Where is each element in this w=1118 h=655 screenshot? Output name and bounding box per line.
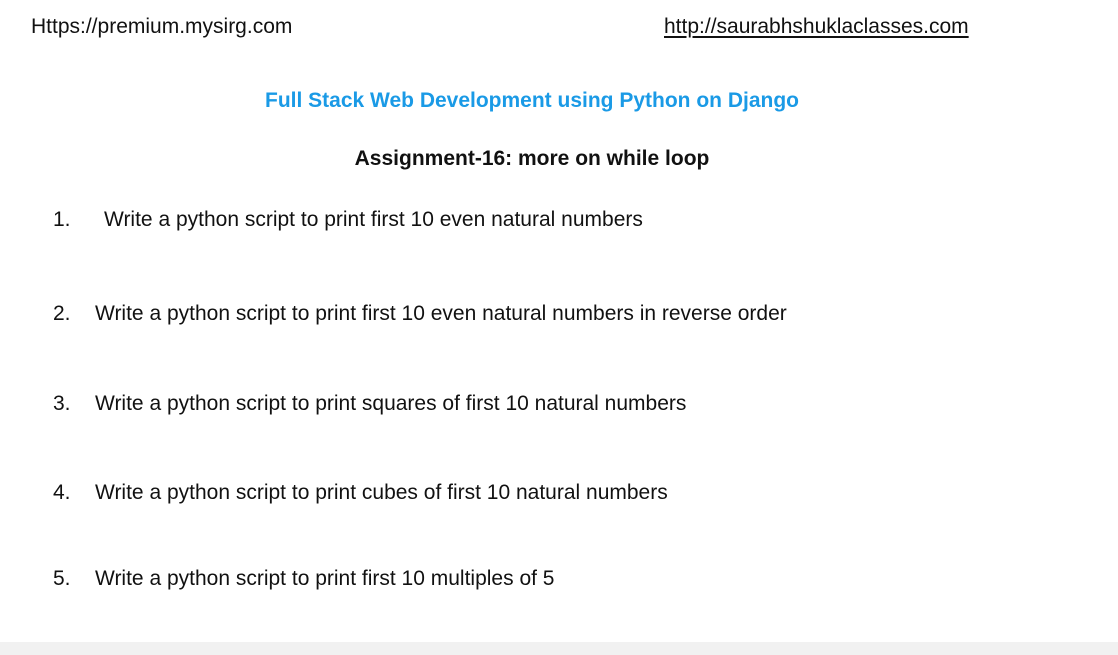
task-item-2: 2. Write a python script to print first 1… <box>53 300 787 328</box>
task-number: 3. <box>53 392 71 415</box>
header-left-url: Https://premium.mysirg.com <box>31 15 293 38</box>
task-text: Write a python script to print cubes of … <box>95 481 668 504</box>
task-number: 2. <box>53 302 71 325</box>
task-number: 4. <box>53 481 71 504</box>
task-text: Write a python script to print first 10 … <box>95 302 787 325</box>
task-item-3: 3. Write a python script to print squares… <box>53 390 686 418</box>
task-text: Write a python script to print first 10 … <box>104 208 643 231</box>
document-page: Https://premium.mysirg.com http://saurab… <box>0 0 1118 642</box>
task-text: Write a python script to print squares o… <box>95 392 687 415</box>
task-item-1: 1. Write a python script to print first 1… <box>53 206 643 234</box>
task-number: 1. <box>53 208 71 231</box>
task-text: Write a python script to print first 10 … <box>95 567 555 590</box>
viewer-bottom-strip <box>0 642 1118 655</box>
task-item-4: 4. Write a python script to print cubes o… <box>53 479 668 507</box>
task-item-5: 5. Write a python script to print first 1… <box>53 565 554 593</box>
assignment-title: Assignment-16: more on while loop <box>354 147 710 170</box>
task-number: 5. <box>53 567 71 590</box>
header-right-link[interactable]: http://saurabhshuklaclasses.com <box>664 14 969 40</box>
course-title: Full Stack Web Development using Python … <box>265 89 799 112</box>
